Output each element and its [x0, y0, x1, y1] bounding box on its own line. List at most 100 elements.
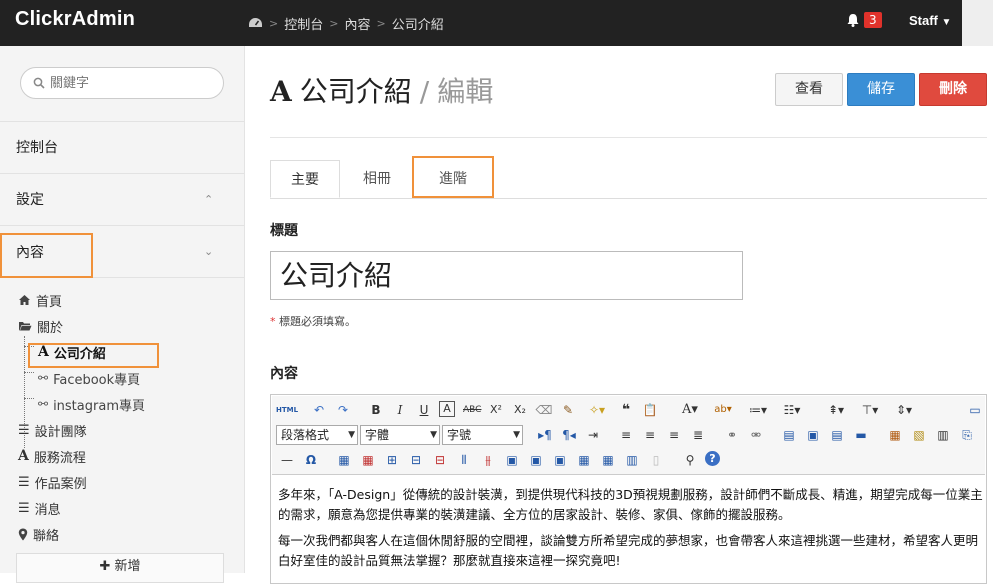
underline-icon[interactable]: U — [415, 401, 433, 419]
superscript-icon[interactable]: X² — [487, 401, 505, 419]
insert-video-icon[interactable]: ▥ — [934, 426, 952, 444]
tree-item-service-flow[interactable]: A 服務流程 — [18, 446, 86, 466]
breadcrumb-item-dashboard[interactable]: 控制台 — [284, 14, 323, 33]
sidebar-search[interactable] — [20, 67, 224, 99]
sidebar-item-settings[interactable]: 設定 ⌃ — [0, 173, 244, 224]
editor-content[interactable]: 多年來，「A-Design」從傳統的設計裝潢，到提供現代科技的3D預視規劃服務，… — [278, 485, 983, 577]
delete-row-icon[interactable]: ⊟ — [431, 451, 449, 469]
sidebar-item-dashboard[interactable]: 控制台 — [0, 121, 244, 172]
tree-item-instagram[interactable]: ⚯ instagram專頁 — [38, 394, 145, 414]
brand-logo[interactable]: ClickrAdmin — [15, 8, 135, 31]
insert-row-above-icon[interactable]: ⊟ — [407, 451, 425, 469]
search-icon — [33, 77, 45, 89]
search-input[interactable] — [48, 74, 212, 92]
unlink-icon[interactable]: ⚮ — [747, 426, 765, 444]
help-icon[interactable]: ? — [705, 451, 720, 466]
indent-icon[interactable]: ⇥ — [584, 426, 602, 444]
font-color-icon[interactable]: A▾ — [676, 401, 704, 419]
line-height-icon[interactable]: ⇞▾ — [822, 401, 850, 419]
add-item-button[interactable]: ✚ 新增 — [16, 553, 224, 583]
rich-text-editor[interactable]: HTML ↶ ↷ B I U A ABC X² X₂ ⌫ ✎ ✧▾ ❝ 📋 A▾… — [270, 394, 987, 584]
image-inline-icon[interactable]: ▬ — [852, 426, 870, 444]
paragraph-format-select[interactable]: 段落格式 ▼ — [276, 425, 358, 445]
brush-icon[interactable]: ✎ — [559, 401, 577, 419]
ordered-list-icon[interactable]: ≔▾ — [744, 401, 772, 419]
quote-icon[interactable]: ❝ — [617, 401, 635, 419]
font-border-icon[interactable]: A — [439, 401, 455, 417]
bold-icon[interactable]: B — [367, 401, 385, 419]
image-right-icon[interactable]: ▤ — [828, 426, 846, 444]
title-input[interactable]: 公司介紹 — [270, 251, 743, 300]
merge-down-icon[interactable]: ▦ — [575, 451, 593, 469]
special-char-icon[interactable]: Ω — [302, 451, 320, 469]
notifications-button[interactable]: 3 — [845, 12, 882, 28]
insert-image-icon[interactable]: ▦ — [886, 426, 904, 444]
fullscreen-icon[interactable]: ▭ — [966, 401, 984, 419]
avatar[interactable] — [962, 0, 993, 46]
redo-icon[interactable]: ↷ — [334, 401, 352, 419]
image-left-icon[interactable]: ▤ — [780, 426, 798, 444]
title-hint: * 標題必須填寫。 — [270, 315, 356, 328]
justify-icon[interactable]: ≣ — [689, 426, 707, 444]
delete-table-icon[interactable]: ▯ — [647, 451, 665, 469]
strikethrough-icon[interactable]: ABC — [463, 401, 481, 419]
insert-col-icon[interactable]: ⫴ — [455, 451, 473, 469]
find-icon[interactable]: ⚲ — [681, 451, 699, 469]
subscript-icon[interactable]: X₂ — [511, 401, 529, 419]
tree-item-about[interactable]: 關於 — [18, 316, 63, 336]
delete-button[interactable]: 刪除 — [919, 73, 987, 106]
link-icon[interactable]: ⚭ — [723, 426, 741, 444]
magic-wand-icon[interactable]: ✧▾ — [583, 401, 611, 419]
save-button[interactable]: 儲存 — [847, 73, 915, 106]
align-right-icon[interactable]: ≡ — [665, 426, 683, 444]
horizontal-rule-icon[interactable]: — — [278, 451, 296, 469]
highlight-box-advanced-tab — [412, 156, 494, 198]
dashboard-icon[interactable] — [248, 17, 263, 30]
user-menu[interactable]: Staff ▼ — [909, 13, 951, 28]
paragraph-format-value: 段落格式 — [281, 428, 330, 442]
list-icon: ☰ — [18, 474, 30, 490]
font-size-select[interactable]: 字號 ▼ — [442, 425, 523, 445]
bell-icon — [847, 14, 859, 27]
tree-item-facebook[interactable]: ⚯ Facebook專頁 — [38, 368, 140, 388]
insert-gallery-icon[interactable]: ▧ — [910, 426, 928, 444]
font-family-select[interactable]: 字體 ▼ — [360, 425, 440, 445]
table-props-icon[interactable]: ▦ — [359, 451, 377, 469]
paste-icon[interactable]: 📋 — [641, 401, 659, 419]
rtl-icon[interactable]: ¶◂ — [560, 426, 578, 444]
tree-item-home[interactable]: 首頁 — [18, 290, 62, 310]
image-center-icon[interactable]: ▣ — [804, 426, 822, 444]
tree-item-portfolio[interactable]: ☰ 作品案例 — [18, 472, 87, 492]
sidebar: 控制台 設定 ⌃ 內容 ⌄ 首頁 關於 A 公司介紹 ⚯ Facebook專頁 … — [0, 46, 245, 573]
cell-props-icon[interactable]: ⊞ — [383, 451, 401, 469]
tree-item-design-team[interactable]: ☰ 設計團隊 — [18, 420, 87, 440]
ltr-icon[interactable]: ▸¶ — [536, 426, 554, 444]
insert-table-icon[interactable]: ▦ — [335, 451, 353, 469]
tab-main[interactable]: 主要 — [270, 160, 340, 198]
tree-item-contact[interactable]: 聯絡 — [18, 524, 59, 544]
breadcrumb-item-content[interactable]: 內容 — [344, 14, 370, 33]
tab-album[interactable]: 相冊 — [342, 160, 412, 198]
highlight-color-icon[interactable]: ab▾ — [709, 401, 737, 419]
divider — [270, 137, 987, 138]
align-left-icon[interactable]: ≡ — [617, 426, 635, 444]
tree-item-news[interactable]: ☰ 消息 — [18, 498, 61, 518]
view-button[interactable]: 查看 — [775, 73, 843, 106]
split-cells-icon[interactable]: ▣ — [527, 451, 545, 469]
align-center-icon[interactable]: ≡ — [641, 426, 659, 444]
merge-right-icon[interactable]: ▣ — [551, 451, 569, 469]
unordered-list-icon[interactable]: ☷▾ — [778, 401, 806, 419]
undo-icon[interactable]: ↶ — [310, 401, 328, 419]
html-source-icon[interactable]: HTML — [276, 401, 298, 419]
vertical-align-icon[interactable]: ⊤▾ — [856, 401, 884, 419]
split-row-icon[interactable]: ▦ — [599, 451, 617, 469]
merge-cells-icon[interactable]: ▣ — [503, 451, 521, 469]
content-paragraph: 每一次我們都與客人在這個休閒舒服的空間裡，談論雙方所希望完成的夢想家，也會帶客人… — [278, 533, 979, 568]
attachment-icon[interactable]: ⎘ — [958, 426, 976, 444]
page-subtitle: 編輯 — [437, 75, 494, 108]
delete-col-icon[interactable]: ⫵ — [479, 451, 497, 469]
italic-icon[interactable]: I — [391, 401, 409, 419]
split-col-icon[interactable]: ▥ — [623, 451, 641, 469]
eraser-icon[interactable]: ⌫ — [535, 401, 553, 419]
paragraph-spacing-icon[interactable]: ⇕▾ — [890, 401, 918, 419]
